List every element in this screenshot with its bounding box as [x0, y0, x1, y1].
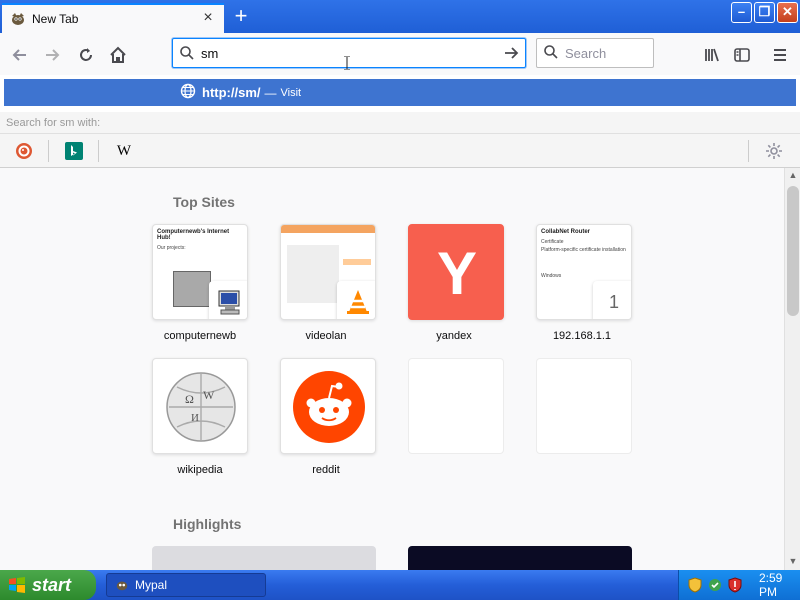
duckduckgo-icon[interactable] — [14, 141, 34, 161]
library-icon[interactable] — [698, 41, 726, 69]
top-site-videolan[interactable] — [280, 224, 376, 320]
suggestion-action: Visit — [280, 86, 302, 99]
maximize-button[interactable]: ❐ — [754, 2, 775, 23]
wikipedia-icon[interactable]: W — [114, 141, 134, 161]
highlight-card[interactable] — [408, 546, 632, 570]
top-site-empty — [536, 358, 632, 454]
gear-icon[interactable] — [764, 141, 784, 161]
bing-icon[interactable] — [64, 141, 84, 161]
search-with-label: Search for sm with: — [0, 112, 800, 134]
search-icon — [543, 44, 559, 63]
tab-new-tab[interactable]: New Tab × — [2, 3, 224, 33]
plus-icon[interactable]: + — [230, 5, 252, 28]
windows-logo-icon — [8, 576, 26, 594]
search-icon — [173, 45, 201, 61]
clock[interactable]: 2:59 PM — [759, 571, 800, 599]
computer-thumbnail — [173, 271, 211, 307]
wikipedia-globe-icon: ΩWИ — [153, 359, 247, 453]
mypal-app-icon — [115, 578, 129, 592]
top-sites-title: Top Sites — [173, 194, 235, 210]
navigation-toolbar: sm Search — [0, 33, 800, 75]
top-site-label: wikipedia — [177, 464, 223, 476]
one-off-search-engines: W — [0, 134, 800, 168]
taskbar: start Mypal 2:59 PM — [0, 570, 800, 600]
window-controls: – ❐ ✕ — [731, 2, 798, 23]
highlight-card[interactable] — [152, 546, 376, 570]
home-icon[interactable] — [104, 41, 132, 69]
back-arrow-icon[interactable] — [6, 41, 34, 69]
network-icon[interactable] — [707, 577, 723, 593]
top-site-label: computernewb — [163, 330, 237, 342]
top-site-wikipedia[interactable]: ΩWИ — [152, 358, 248, 454]
start-label: start — [32, 574, 72, 595]
top-site-computernewb[interactable]: Computernewb's Internet Hub! Our project… — [152, 224, 248, 320]
top-site-label: 192.168.1.1 — [552, 330, 612, 342]
top-site-yandex[interactable]: Y — [408, 224, 504, 320]
top-site-label: reddit — [312, 464, 340, 476]
globe-icon — [180, 83, 196, 102]
alert-shield-icon[interactable] — [727, 577, 743, 593]
reddit-logo-icon — [281, 359, 375, 453]
suggestion-url: http://sm/ — [202, 85, 261, 100]
sidebar-icon[interactable] — [728, 41, 756, 69]
scroll-up-arrow-icon[interactable]: ▲ — [787, 170, 799, 182]
svg-text:И: И — [191, 412, 199, 424]
engine-divider — [48, 140, 49, 162]
top-site-reddit[interactable] — [280, 358, 376, 454]
svg-text:W: W — [203, 388, 215, 402]
vlc-cone-icon — [337, 281, 375, 319]
text-cursor-icon — [344, 56, 350, 70]
svg-text:Ω: Ω — [185, 392, 194, 406]
close-icon[interactable]: × — [200, 10, 216, 27]
system-tray: 2:59 PM — [678, 570, 800, 600]
site-badge: 1 — [593, 281, 631, 319]
reload-icon[interactable] — [72, 41, 100, 69]
top-site-label: videolan — [305, 330, 347, 342]
mypal-favicon-icon — [10, 11, 26, 27]
menu-icon[interactable] — [766, 41, 794, 69]
highlights-title: Highlights — [173, 516, 242, 532]
go-arrow-icon[interactable] — [497, 44, 525, 62]
top-site-empty — [408, 358, 504, 454]
computer-icon — [209, 281, 247, 319]
start-button[interactable]: start — [0, 570, 96, 600]
tab-title: New Tab — [32, 12, 79, 26]
search-bar[interactable]: Search — [536, 38, 654, 68]
security-shield-icon[interactable] — [687, 577, 703, 593]
suggestion-separator: — — [264, 85, 277, 100]
top-site-label: yandex — [436, 330, 472, 342]
scroll-down-arrow-icon[interactable]: ▼ — [787, 556, 799, 568]
search-placeholder: Search — [565, 45, 607, 61]
new-tab-page: Top Sites Computernewb's Internet Hub! O… — [0, 168, 784, 570]
url-suggestion-row[interactable]: http://sm/ — Visit — [4, 79, 796, 106]
taskbar-item-label: Mypal — [135, 578, 168, 592]
taskbar-item-mypal[interactable]: Mypal — [106, 573, 266, 597]
engine-divider — [98, 140, 99, 162]
scroll-thumb[interactable] — [787, 186, 799, 316]
yandex-logo-icon: Y — [436, 239, 478, 307]
forward-arrow-icon[interactable] — [38, 41, 66, 69]
title-bar: New Tab × + – ❐ ✕ — [0, 0, 800, 33]
close-window-button[interactable]: ✕ — [777, 2, 798, 23]
top-site-router[interactable]: CollabNet Router Certificate Platform-sp… — [536, 224, 632, 320]
page-scrollbar[interactable]: ▲ ▼ — [784, 168, 800, 570]
minimize-button[interactable]: – — [731, 2, 752, 23]
engine-divider — [748, 140, 749, 162]
